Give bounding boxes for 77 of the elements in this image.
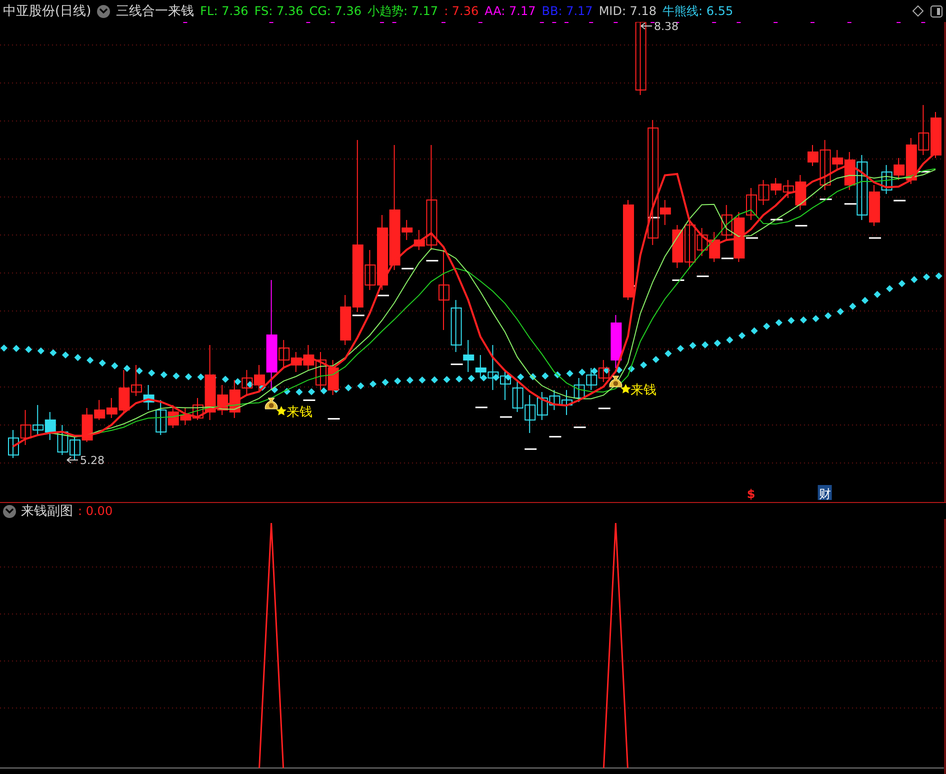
dropdown-icon[interactable] — [3, 504, 16, 518]
cai-marker: 财 — [818, 485, 832, 501]
candlestick — [512, 380, 524, 412]
dash-mark — [648, 216, 660, 218]
dash-mark — [672, 279, 684, 281]
signal-label: 来钱 — [630, 383, 657, 398]
candlestick — [586, 368, 598, 390]
candlestick — [574, 378, 585, 402]
dash-mark — [894, 200, 906, 202]
dash-mark — [500, 416, 512, 418]
candlestick — [32, 404, 44, 436]
stock-title: 中亚股份(日线) — [3, 3, 92, 20]
dash-mark — [450, 364, 463, 366]
dash-mark — [598, 408, 610, 410]
dash-mark — [377, 294, 389, 296]
indicator-value: AA: 7.17 — [484, 4, 536, 18]
price-label: 5.28 — [80, 454, 104, 467]
candlestick — [918, 104, 930, 156]
subchart-value: : 0.00 — [78, 504, 113, 518]
dollar-marker: $ — [746, 487, 756, 501]
candlestick — [44, 412, 56, 440]
candlestick — [709, 232, 720, 262]
dash-mark — [869, 237, 881, 239]
candlestick — [57, 424, 68, 456]
dash-mark — [303, 399, 316, 401]
star-icon — [620, 384, 631, 394]
money-bag-icon — [609, 376, 622, 388]
dash-mark — [402, 268, 414, 270]
candlestick — [930, 112, 942, 158]
panel-icon[interactable] — [930, 4, 943, 18]
candlestick — [536, 392, 548, 420]
candlestick — [180, 408, 192, 426]
dash-mark — [352, 314, 364, 316]
candlestick — [70, 434, 80, 460]
candlestick — [20, 410, 32, 446]
dash-mark — [696, 276, 709, 278]
dash-mark — [844, 203, 856, 205]
candlestick — [131, 364, 142, 396]
candlestick — [8, 430, 19, 458]
subchart-title: 来钱副图 — [21, 503, 73, 520]
indicator-value: 小趋势: 7.17 — [367, 2, 438, 20]
candlestick — [562, 390, 572, 416]
dash-mark — [795, 224, 808, 226]
money-bag-icon — [264, 398, 278, 410]
price-label: 8.38 — [654, 22, 678, 33]
star-icon — [276, 406, 286, 416]
diamond-icon[interactable] — [912, 5, 924, 17]
candlestick — [143, 384, 154, 410]
dash-mark — [426, 260, 438, 262]
dash-mark — [770, 218, 783, 220]
dash-mark — [746, 237, 758, 239]
candlestick — [549, 390, 560, 410]
indicator-title: 三线合一来钱 — [116, 3, 194, 20]
indicator-value: FS: 7.36 — [254, 4, 304, 18]
indicator-value: BB: 7.17 — [542, 4, 593, 18]
indicator-value: CG: 7.36 — [309, 4, 362, 18]
dash-mark — [328, 418, 340, 420]
indicator-value: FL: 7.36 — [200, 4, 248, 18]
dash-mark — [524, 448, 537, 450]
dash-mark — [918, 170, 930, 172]
candlestick — [524, 394, 536, 434]
dash-mark — [820, 198, 832, 200]
candlestick — [881, 164, 892, 194]
dash-mark — [574, 426, 586, 428]
dash-mark — [475, 406, 488, 408]
indicator-value: : 7.36 — [444, 4, 479, 18]
dash-mark — [721, 258, 734, 260]
dropdown-icon[interactable] — [97, 4, 110, 18]
candlestick — [290, 352, 302, 372]
dash-mark — [549, 436, 562, 438]
signal-label: 来钱 — [286, 405, 312, 420]
candlestick — [328, 360, 339, 396]
indicator-value: 牛熊线: 6.55 — [662, 2, 734, 20]
indicator-value: MID: 7.18 — [598, 4, 657, 18]
arrow-icon — [66, 456, 78, 464]
arrow-icon — [640, 22, 652, 30]
candlestick — [721, 204, 732, 240]
